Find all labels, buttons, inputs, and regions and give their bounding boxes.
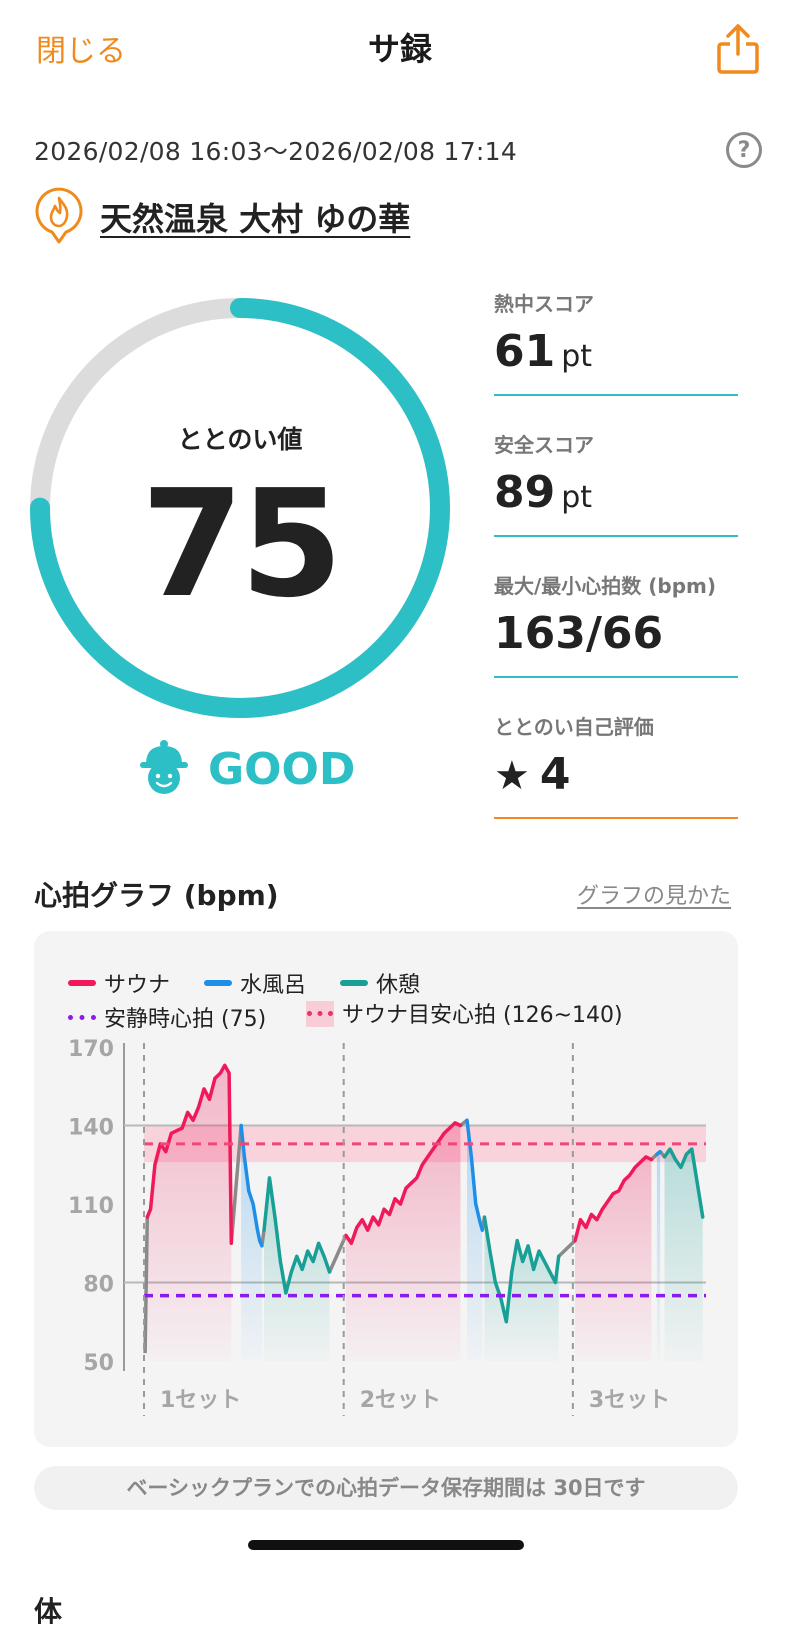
graph-help-link[interactable]: グラフの見かた — [577, 878, 731, 910]
set-label: 2セット — [360, 1388, 441, 1413]
share-icon[interactable] — [716, 22, 760, 76]
series-area — [656, 1151, 661, 1361]
stat-label: 最大/最小心拍数 (bpm) — [494, 574, 717, 598]
next-section-heading: 体 — [34, 1595, 63, 1626]
stat-number: 89 — [494, 467, 556, 518]
good-face-icon — [140, 740, 188, 794]
gauge-label: ととのい値 — [177, 425, 303, 454]
retention-note: ベーシックプランでの心拍データ保存期間は 30日です — [34, 1466, 738, 1510]
session-datetime: 2026/02/08 16:03～2026/02/08 17:14 — [34, 137, 518, 166]
y-tick-label: 80 — [83, 1273, 114, 1298]
gauge-value: 75 — [141, 458, 343, 630]
stat-self-rating[interactable]: ととのい自己評価 ★ 4 — [494, 699, 738, 819]
stat-heart-rate: 最大/最小心拍数 (bpm) 163/66 — [494, 558, 738, 678]
y-tick-label: 110 — [68, 1194, 114, 1219]
star-icon: ★ — [494, 753, 530, 799]
rating-text: GOOD — [208, 744, 356, 795]
sauna-flame-pin-icon — [35, 187, 83, 244]
stat-label: ととのい自己評価 — [494, 715, 654, 739]
question-icon[interactable]: ? — [726, 132, 762, 168]
page-title: サ録 — [367, 30, 432, 68]
stat-unit: pt — [561, 339, 593, 374]
stat-label: 熱中スコア — [494, 292, 594, 316]
transition-line — [143, 1217, 150, 1354]
stat-label: 安全スコア — [494, 433, 594, 457]
stat-heat-score: 熱中スコア 61 pt — [494, 276, 738, 396]
series-area — [484, 1217, 559, 1361]
stat-number: 163/66 — [494, 608, 664, 659]
set-label: 3セット — [589, 1388, 670, 1413]
nav-bar: 閉じる サ録 — [0, 0, 800, 95]
y-tick-label: 170 — [68, 1037, 114, 1062]
facility-name-link[interactable]: 天然温泉 大村 ゆの華 — [100, 194, 410, 240]
stat-value: 89 pt — [494, 467, 592, 518]
y-tick-label: 50 — [83, 1351, 114, 1376]
set-label: 1セット — [160, 1388, 241, 1413]
home-indicator — [248, 1540, 524, 1550]
heart-rate-chart-card: サウナ 水風呂 休憩 安静時心拍 (75) サウナ目安心拍 (126~140) … — [34, 931, 738, 1447]
stat-number: 4 — [539, 749, 571, 800]
heart-rate-chart: 170 140 110 80 50 1セット 2セット 3セット — [68, 1037, 706, 1416]
series-area — [575, 1156, 652, 1361]
series-area — [147, 1065, 232, 1361]
stat-value: 163/66 — [494, 608, 663, 659]
stat-value: ★ 4 — [494, 749, 570, 800]
stat-number: 61 — [494, 326, 556, 377]
graph-title: 心拍グラフ (bpm) — [34, 879, 279, 912]
series-line — [655, 1149, 662, 1157]
stat-value: 61 pt — [494, 326, 592, 377]
stat-unit: pt — [561, 480, 593, 515]
y-tick-label: 140 — [68, 1116, 114, 1141]
stat-safety-score: 安全スコア 89 pt — [494, 417, 738, 537]
